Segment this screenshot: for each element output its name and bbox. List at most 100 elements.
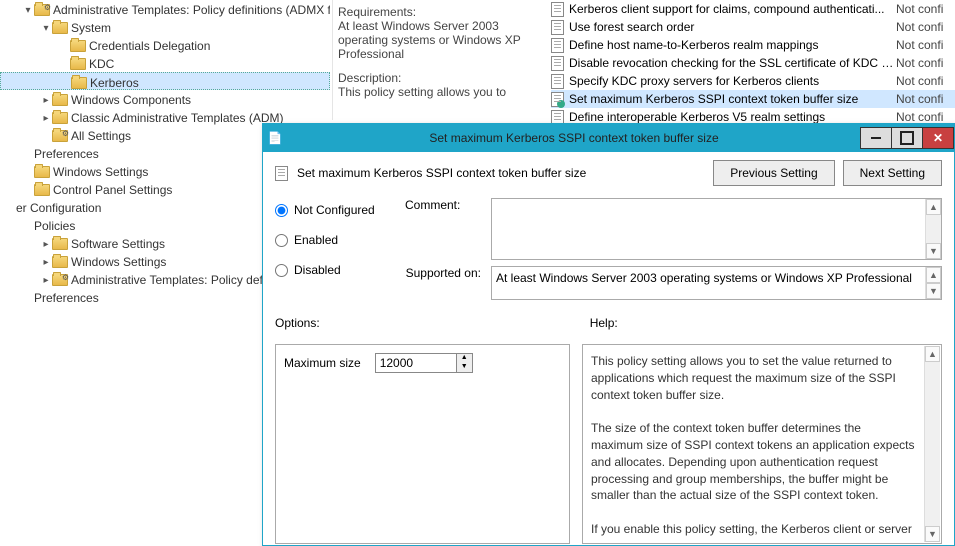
help-paragraph: The size of the context token buffer det… — [591, 420, 915, 504]
setting-state: Not confi — [896, 20, 955, 34]
setting-state: Not confi — [896, 110, 955, 124]
maximum-size-spinner[interactable]: ▲▼ — [375, 353, 473, 373]
tree-label: Administrative Templates: Policy definit… — [53, 3, 330, 17]
setting-icon — [551, 74, 564, 89]
policy-dialog: 📄 Set maximum Kerberos SSPI context toke… — [262, 123, 955, 546]
dialog-icon: 📄 — [263, 131, 287, 145]
folder-icon — [52, 274, 68, 286]
setting-name: Specify KDC proxy servers for Kerberos c… — [567, 74, 896, 88]
scrollbar[interactable]: ▲▼ — [925, 199, 941, 259]
setting-name: Define host name-to-Kerberos realm mappi… — [567, 38, 896, 52]
description-label: Description: — [338, 71, 538, 85]
supported-on-text: At least Windows Server 2003 operating s… — [491, 266, 942, 300]
setting-name: Define interoperable Kerberos V5 realm s… — [567, 110, 896, 124]
tree-label: All Settings — [71, 129, 131, 143]
help-paragraph: This policy setting allows you to set th… — [591, 353, 915, 403]
expander-icon[interactable]: ▾ — [22, 2, 34, 18]
spin-up-icon[interactable]: ▲ — [457, 354, 472, 363]
tree-label: Windows Settings — [53, 165, 148, 179]
tree-label: KDC — [89, 57, 114, 71]
setting-name: Disable revocation checking for the SSL … — [567, 56, 896, 70]
setting-row[interactable]: Use forest search orderNot confi — [551, 18, 955, 36]
disabled-radio[interactable]: Disabled — [275, 258, 385, 282]
setting-name: Use forest search order — [567, 20, 896, 34]
requirements-text: At least Windows Server 2003 operating s… — [338, 19, 538, 61]
requirements-label: Requirements: — [338, 5, 538, 19]
tree-label: Policies — [34, 219, 75, 233]
setting-name: Set maximum Kerberos SSPI context token … — [567, 92, 896, 106]
titlebar[interactable]: 📄 Set maximum Kerberos SSPI context toke… — [263, 124, 954, 152]
setting-row[interactable]: Disable revocation checking for the SSL … — [551, 54, 955, 72]
tree-item[interactable]: ▾ System — [0, 18, 330, 36]
setting-row[interactable]: Set maximum Kerberos SSPI context token … — [551, 90, 955, 108]
not-configured-radio[interactable]: Not Configured — [275, 198, 385, 222]
setting-state: Not confi — [896, 38, 955, 52]
scrollbar[interactable]: ▲▼ — [925, 267, 941, 299]
spin-down-icon[interactable]: ▼ — [457, 363, 472, 372]
description-text: This policy setting allows you to — [338, 85, 538, 99]
tree-label: Control Panel Settings — [53, 183, 172, 197]
folder-icon — [71, 77, 87, 89]
options-panel: Maximum size ▲▼ — [275, 344, 570, 544]
setting-icon — [551, 56, 564, 71]
setting-state: Not confi — [896, 56, 955, 70]
comment-label: Comment: — [405, 198, 481, 212]
tree-label: Credentials Delegation — [89, 39, 210, 53]
maximum-size-input[interactable] — [376, 354, 456, 372]
expander-icon[interactable]: ▸ — [40, 92, 52, 108]
tree-item[interactable]: Kerberos — [0, 72, 330, 90]
maximize-button[interactable] — [891, 127, 923, 149]
setting-icon — [551, 38, 564, 53]
setting-row[interactable]: Kerberos client support for claims, comp… — [551, 0, 955, 18]
tree-label: Classic Administrative Templates (ADM) — [71, 111, 284, 125]
maximum-size-label: Maximum size — [284, 356, 361, 370]
detail-pane: Requirements: At least Windows Server 20… — [332, 0, 955, 120]
setting-icon — [551, 2, 564, 17]
tree-item[interactable]: ▸ Windows Components — [0, 90, 330, 108]
tree-label: System — [71, 21, 111, 35]
folder-icon — [52, 238, 68, 250]
setting-state: Not confi — [896, 74, 955, 88]
setting-state: Not confi — [896, 92, 955, 106]
tree-label: Preferences — [34, 291, 99, 305]
help-panel: This policy setting allows you to set th… — [582, 344, 942, 544]
policy-icon — [275, 166, 288, 181]
options-label: Options: — [275, 316, 320, 330]
help-label: Help: — [590, 316, 618, 330]
folder-icon — [70, 58, 86, 70]
expander-icon[interactable]: ▸ — [40, 254, 52, 270]
next-setting-button[interactable]: Next Setting — [843, 160, 942, 186]
tree-label: er Configuration — [16, 201, 101, 215]
tree-label: Kerberos — [90, 76, 139, 90]
minimize-button[interactable] — [860, 127, 892, 149]
expander-icon[interactable]: ▸ — [40, 110, 52, 126]
enabled-radio[interactable]: Enabled — [275, 228, 385, 252]
expander-icon[interactable]: ▸ — [40, 272, 52, 288]
folder-icon — [70, 40, 86, 52]
help-paragraph: If you enable this policy setting, the K… — [591, 521, 915, 544]
tree-item[interactable]: Credentials Delegation — [0, 36, 330, 54]
expander-icon[interactable]: ▾ — [40, 20, 52, 36]
supported-on-label: Supported on: — [405, 266, 481, 280]
setting-state: Not confi — [896, 2, 955, 16]
folder-icon — [34, 184, 50, 196]
expander-icon[interactable]: ▸ — [40, 236, 52, 252]
tree-label: Windows Components — [71, 93, 191, 107]
scrollbar[interactable]: ▲▼ — [924, 346, 940, 542]
tree-label: Software Settings — [71, 237, 165, 251]
close-button[interactable]: ✕ — [922, 127, 954, 149]
tree-item[interactable]: KDC — [0, 54, 330, 72]
folder-icon — [34, 4, 50, 16]
folder-icon — [52, 22, 68, 34]
folder-icon — [52, 112, 68, 124]
setting-name: Kerberos client support for claims, comp… — [567, 2, 896, 16]
settings-list: Kerberos client support for claims, comp… — [551, 0, 955, 126]
setting-row[interactable]: Define host name-to-Kerberos realm mappi… — [551, 36, 955, 54]
comment-textarea[interactable] — [491, 198, 942, 260]
folder-icon — [52, 94, 68, 106]
folder-icon — [34, 166, 50, 178]
tree-item[interactable]: ▾ Administrative Templates: Policy defini… — [0, 0, 330, 18]
folder-icon — [52, 256, 68, 268]
setting-row[interactable]: Specify KDC proxy servers for Kerberos c… — [551, 72, 955, 90]
previous-setting-button[interactable]: Previous Setting — [713, 160, 834, 186]
